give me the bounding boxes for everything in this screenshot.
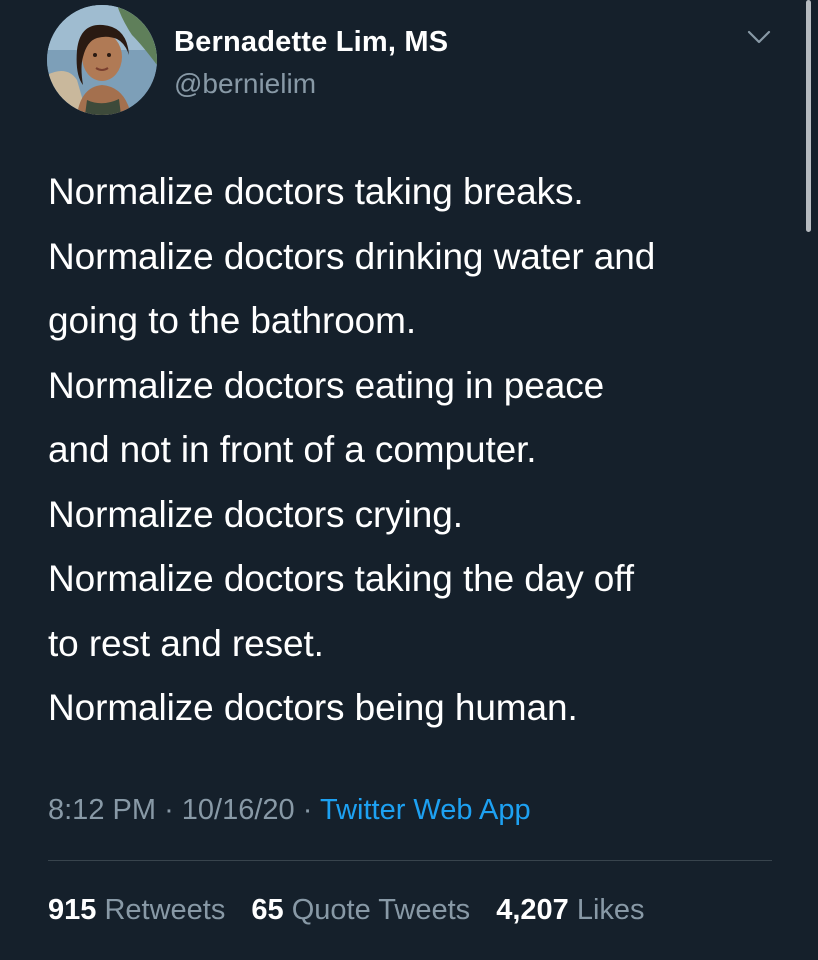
retweets-stat[interactable]: 915 Retweets xyxy=(48,890,225,930)
author-block: Bernadette Lim, MS @bernielim xyxy=(174,24,448,102)
tweet-text-line: Normalize doctors being human. xyxy=(48,687,578,728)
tweet-text-line: and not in front of a computer. xyxy=(48,429,537,470)
tweet-meta: 8:12 PM · 10/16/20 · Twitter Web App xyxy=(48,790,531,830)
tweet-date[interactable]: 10/16/20 xyxy=(182,794,295,826)
scrollbar-thumb[interactable] xyxy=(806,0,811,232)
tweet-text-line: to rest and reset. xyxy=(48,622,324,664)
quote-tweets-count: 65 xyxy=(251,894,284,926)
retweets-count: 915 xyxy=(48,894,97,926)
meta-separator: · xyxy=(302,794,313,826)
avatar[interactable] xyxy=(47,5,157,115)
meta-separator: · xyxy=(164,794,174,826)
tweet-time[interactable]: 8:12 PM xyxy=(48,794,156,826)
tweet-stats: 915 Retweets 65 Quote Tweets 4,207 Likes xyxy=(48,890,663,930)
tweet-source-link[interactable]: Twitter Web App xyxy=(320,794,531,826)
quote-tweets-label: Quote Tweets xyxy=(291,894,471,926)
tweet-card: Bernadette Lim, MS @bernielim Normalize … xyxy=(0,0,818,960)
likes-count: 4,207 xyxy=(496,894,569,926)
author-handle[interactable]: @bernielim xyxy=(174,66,448,102)
tweet-text-line: Normalize doctors drinking water and xyxy=(48,235,656,277)
likes-label: Likes xyxy=(576,894,645,926)
tweet-text-line: Normalize doctors eating in peace xyxy=(48,364,605,406)
author-display-name[interactable]: Bernadette Lim, MS xyxy=(174,24,448,60)
likes-stat[interactable]: 4,207 Likes xyxy=(496,890,644,930)
tweet-text: Normalize doctors taking breaks. Normali… xyxy=(48,160,798,741)
quote-tweets-stat[interactable]: 65 Quote Tweets xyxy=(251,890,470,930)
tweet-text-line: Normalize doctors crying. xyxy=(48,493,463,535)
chevron-down-icon[interactable] xyxy=(746,26,772,48)
tweet-text-line: Normalize doctors taking the day off xyxy=(48,558,634,599)
tweet-text-line: Normalize doctors taking breaks. xyxy=(48,171,584,212)
divider xyxy=(48,860,772,861)
tweet-text-line: going to the bathroom. xyxy=(48,300,417,341)
profile-photo-icon xyxy=(47,5,157,115)
retweets-label: Retweets xyxy=(104,894,226,926)
